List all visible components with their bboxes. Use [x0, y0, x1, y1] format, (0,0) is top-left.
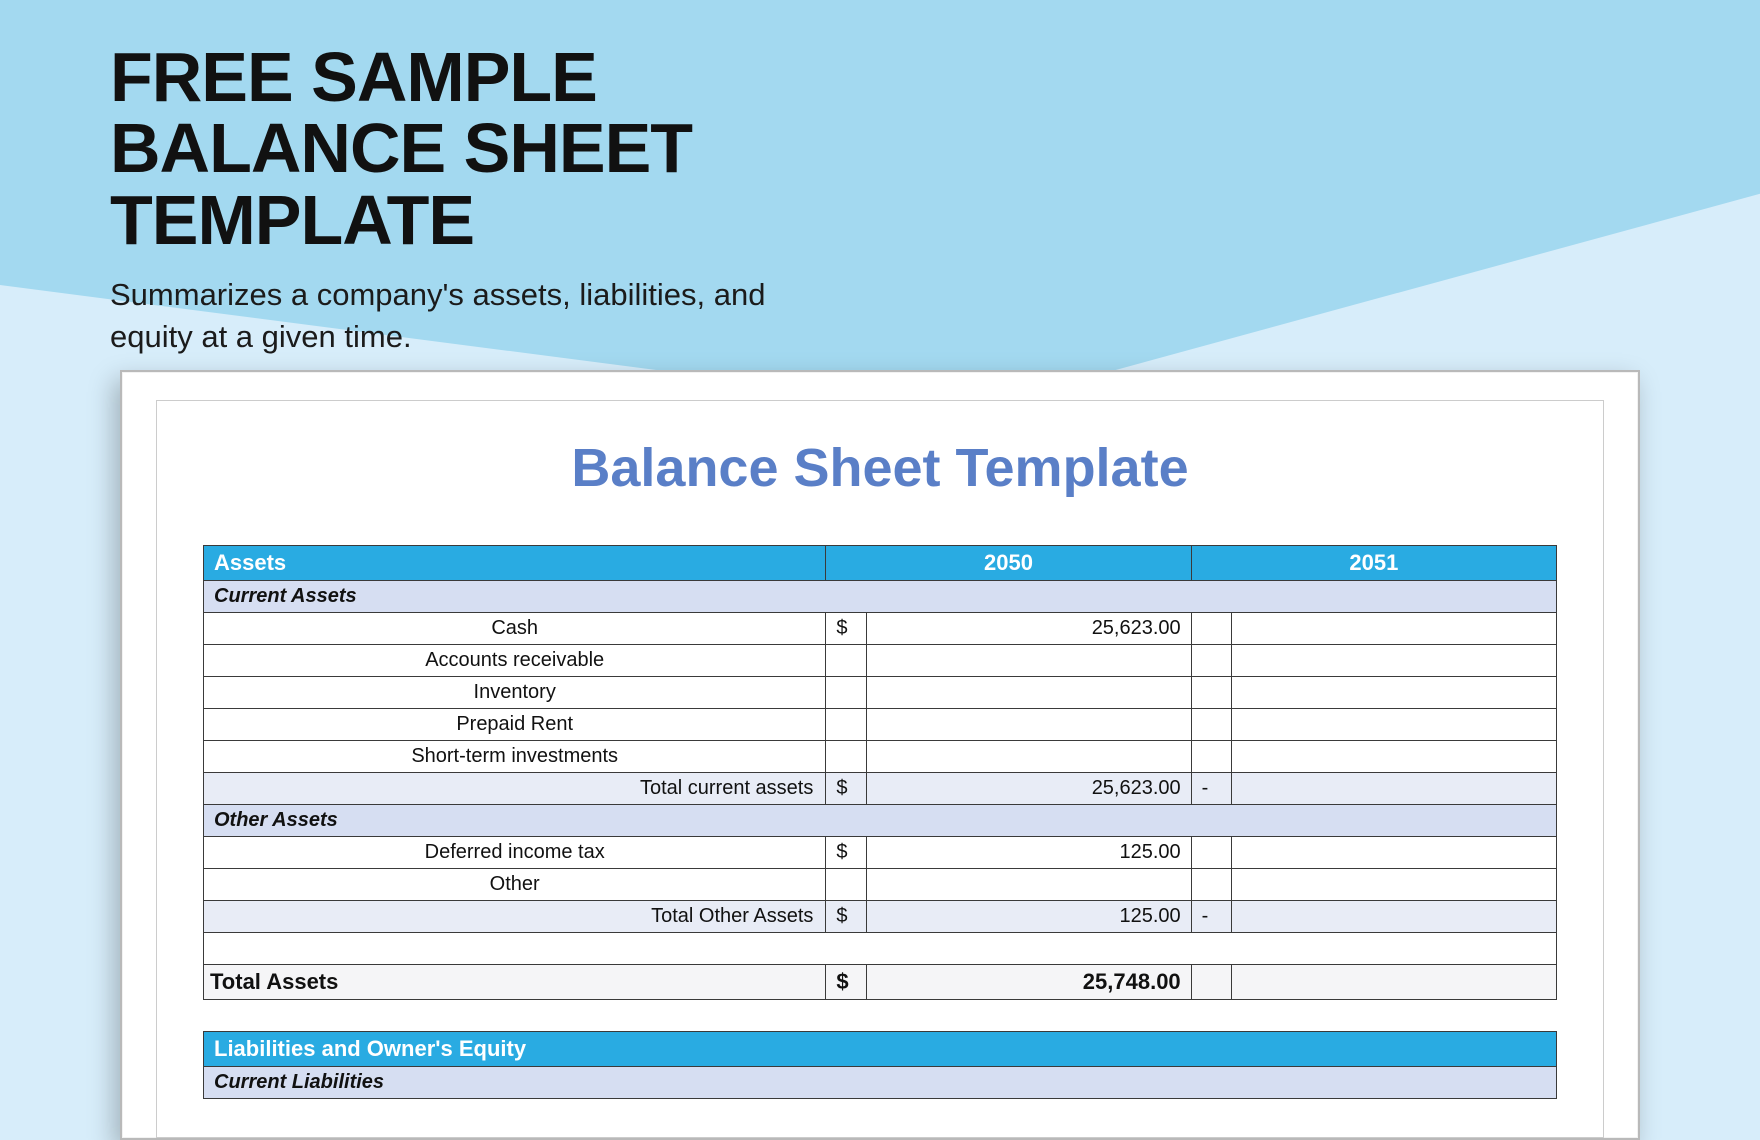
- assets-header-row: Assets 2050 2051: [204, 546, 1557, 581]
- row-total-current-assets: Total current assets $ 25,623.00 -: [204, 773, 1557, 805]
- cell-label: Other: [204, 869, 826, 901]
- document-title: Balance Sheet Template: [203, 437, 1557, 499]
- cell-label: Cash: [204, 613, 826, 645]
- other-assets-subheader: Other Assets: [204, 805, 1557, 837]
- template-preview: FREE SAMPLE BALANCE SHEET TEMPLATE Summa…: [0, 0, 1760, 1140]
- cell-label: Total Assets: [204, 965, 826, 1000]
- spacer2: [204, 1000, 1557, 1032]
- cell-label: Deferred income tax: [204, 837, 826, 869]
- cell-label: Inventory: [204, 677, 826, 709]
- liabilities-header-row: Liabilities and Owner's Equity: [204, 1032, 1557, 1067]
- current-liabilities-subheader: Current Liabilities: [204, 1067, 1557, 1099]
- cell-label: Accounts receivable: [204, 645, 826, 677]
- cell-val: 25,623.00: [866, 613, 1191, 645]
- assets-header-label: Assets: [204, 546, 826, 581]
- year-1-header: 2050: [826, 546, 1191, 581]
- document-card: Balance Sheet Template Assets 2050 2051 …: [120, 370, 1640, 1140]
- current-liabilities-label: Current Liabilities: [204, 1067, 1557, 1099]
- row-sti: Short-term investments: [204, 741, 1557, 773]
- other-assets-label: Other Assets: [204, 805, 1557, 837]
- row-ar: Accounts receivable: [204, 645, 1557, 677]
- liabilities-header-label: Liabilities and Owner's Equity: [204, 1032, 1557, 1067]
- cell-label: Prepaid Rent: [204, 709, 826, 741]
- current-assets-subheader: Current Assets: [204, 581, 1557, 613]
- spacer: [204, 933, 1557, 965]
- hero-title: FREE SAMPLE BALANCE SHEET TEMPLATE: [110, 42, 930, 256]
- cell-label: Short-term investments: [204, 741, 826, 773]
- row-inventory: Inventory: [204, 677, 1557, 709]
- row-total-assets: Total Assets $ 25,748.00: [204, 965, 1557, 1000]
- current-assets-label: Current Assets: [204, 581, 1557, 613]
- cell-sym2: [1191, 613, 1232, 645]
- row-prepaid: Prepaid Rent: [204, 709, 1557, 741]
- document-inner: Balance Sheet Template Assets 2050 2051 …: [156, 400, 1604, 1138]
- row-cash: Cash $ 25,623.00: [204, 613, 1557, 645]
- row-dit: Deferred income tax $ 125.00: [204, 837, 1557, 869]
- cell-label: Total Other Assets: [204, 901, 826, 933]
- year-2-header: 2051: [1191, 546, 1556, 581]
- cell-label: Total current assets: [204, 773, 826, 805]
- balance-sheet-table: Assets 2050 2051 Current Assets Cash $ 2…: [203, 545, 1557, 1099]
- hero-block: FREE SAMPLE BALANCE SHEET TEMPLATE Summa…: [110, 42, 930, 358]
- row-total-other-assets: Total Other Assets $ 125.00 -: [204, 901, 1557, 933]
- cell-sym: $: [826, 613, 867, 645]
- cell-val2: [1232, 613, 1557, 645]
- row-other: Other: [204, 869, 1557, 901]
- hero-subtitle: Summarizes a company's assets, liabiliti…: [110, 274, 810, 358]
